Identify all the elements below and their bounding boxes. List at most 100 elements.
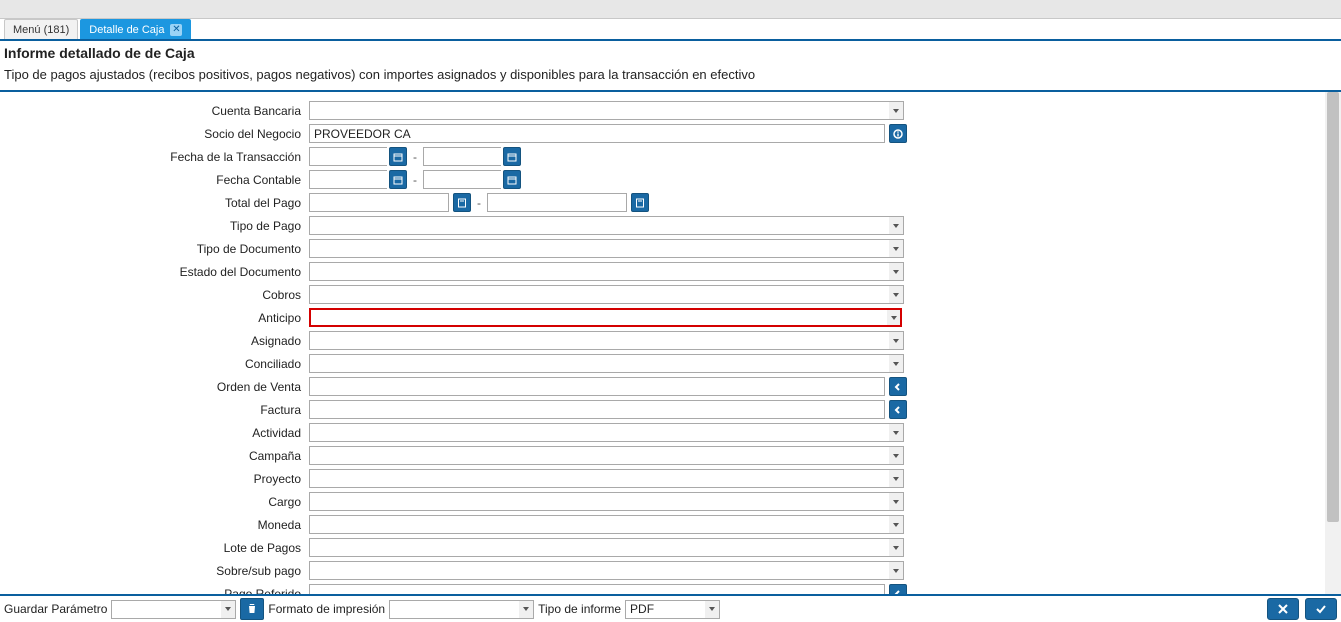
- label-conciliado: Conciliado: [1, 357, 309, 371]
- chevron-down-icon: [709, 607, 715, 611]
- moneda-field[interactable]: [309, 515, 889, 534]
- tabs-bar: Menú (181) Detalle de Caja ✕: [0, 19, 1341, 41]
- close-icon[interactable]: ✕: [170, 24, 182, 36]
- cancel-button[interactable]: [1267, 598, 1299, 620]
- actividad-dropdown[interactable]: [889, 423, 904, 442]
- cargo-field[interactable]: [309, 492, 889, 511]
- tipo-pago-dropdown[interactable]: [889, 216, 904, 235]
- cargo-dropdown[interactable]: [889, 492, 904, 511]
- label-sobre-sub-pago: Sobre/sub pago: [1, 564, 309, 578]
- chevron-down-icon: [893, 431, 899, 435]
- calendar-icon: [393, 152, 403, 162]
- label-campana: Campaña: [1, 449, 309, 463]
- fecha-transaccion-from-calendar[interactable]: [389, 147, 407, 166]
- lote-pagos-dropdown[interactable]: [889, 538, 904, 557]
- total-pago-from[interactable]: [309, 193, 449, 212]
- calendar-icon: [507, 152, 517, 162]
- estado-documento-field[interactable]: [309, 262, 889, 281]
- anticipo-dropdown[interactable]: [887, 308, 902, 327]
- chevron-down-icon: [891, 316, 897, 320]
- vertical-scrollbar[interactable]: [1325, 92, 1341, 596]
- confirm-button[interactable]: [1305, 598, 1337, 620]
- chevron-down-icon: [893, 247, 899, 251]
- chevron-down-icon: [893, 454, 899, 458]
- label-cobros: Cobros: [1, 288, 309, 302]
- tipo-documento-dropdown[interactable]: [889, 239, 904, 258]
- label-tipo-informe: Tipo de informe: [538, 602, 621, 616]
- cuenta-bancaria-field[interactable]: [309, 101, 889, 120]
- delete-button[interactable]: [240, 598, 264, 620]
- formato-impresion-field[interactable]: [389, 600, 519, 619]
- total-pago-to-calc[interactable]: [631, 193, 649, 212]
- moneda-dropdown[interactable]: [889, 515, 904, 534]
- label-fecha-contable: Fecha Contable: [1, 173, 309, 187]
- estado-documento-dropdown[interactable]: [889, 262, 904, 281]
- formato-impresion-dropdown[interactable]: [519, 600, 534, 619]
- calculator-icon: [635, 198, 645, 208]
- tipo-informe-dropdown[interactable]: [705, 600, 720, 619]
- sobre-sub-pago-field[interactable]: [309, 561, 889, 580]
- campana-field[interactable]: [309, 446, 889, 465]
- tipo-documento-field[interactable]: [309, 239, 889, 258]
- chevron-down-icon: [893, 339, 899, 343]
- actividad-field[interactable]: [309, 423, 889, 442]
- chevron-down-icon: [893, 109, 899, 113]
- chevron-down-icon: [893, 270, 899, 274]
- chevron-down-icon: [893, 293, 899, 297]
- chevron-down-icon: [893, 569, 899, 573]
- guardar-parametro-dropdown[interactable]: [221, 600, 236, 619]
- chevron-down-icon: [893, 477, 899, 481]
- proyecto-dropdown[interactable]: [889, 469, 904, 488]
- label-cuenta-bancaria: Cuenta Bancaria: [1, 104, 309, 118]
- sobre-sub-pago-dropdown[interactable]: [889, 561, 904, 580]
- conciliado-dropdown[interactable]: [889, 354, 904, 373]
- chevron-down-icon: [893, 523, 899, 527]
- fecha-transaccion-from[interactable]: [309, 147, 387, 166]
- scrollbar-thumb[interactable]: [1327, 92, 1339, 522]
- info-icon: [893, 129, 903, 139]
- range-separator: -: [473, 196, 485, 210]
- page-title: Informe detallado de de Caja: [4, 45, 1337, 61]
- guardar-parametro-field[interactable]: [111, 600, 221, 619]
- asignado-field[interactable]: [309, 331, 889, 350]
- asignado-dropdown[interactable]: [889, 331, 904, 350]
- arrow-left-icon: [893, 382, 903, 392]
- total-pago-to[interactable]: [487, 193, 627, 212]
- label-guardar-parametro: Guardar Parámetro: [4, 602, 107, 616]
- label-moneda: Moneda: [1, 518, 309, 532]
- cobros-field[interactable]: [309, 285, 889, 304]
- fecha-contable-to-calendar[interactable]: [503, 170, 521, 189]
- fecha-transaccion-to[interactable]: [423, 147, 501, 166]
- tab-detalle-caja[interactable]: Detalle de Caja ✕: [80, 19, 191, 39]
- range-separator: -: [409, 173, 421, 187]
- tab-menu[interactable]: Menú (181): [4, 19, 78, 39]
- fecha-contable-to[interactable]: [423, 170, 501, 189]
- tab-menu-label: Menú (181): [13, 24, 69, 36]
- total-pago-from-calc[interactable]: [453, 193, 471, 212]
- orden-venta-field[interactable]: [309, 377, 885, 396]
- fecha-contable-from-calendar[interactable]: [389, 170, 407, 189]
- label-total-pago: Total del Pago: [1, 196, 309, 210]
- cobros-dropdown[interactable]: [889, 285, 904, 304]
- lote-pagos-field[interactable]: [309, 538, 889, 557]
- label-asignado: Asignado: [1, 334, 309, 348]
- conciliado-field[interactable]: [309, 354, 889, 373]
- label-orden-venta: Orden de Venta: [1, 380, 309, 394]
- factura-lookup-button[interactable]: [889, 400, 907, 419]
- socio-negocio-lookup-button[interactable]: [889, 124, 907, 143]
- tipo-informe-field[interactable]: PDF: [625, 600, 705, 619]
- check-icon: [1314, 602, 1328, 616]
- proyecto-field[interactable]: [309, 469, 889, 488]
- label-anticipo: Anticipo: [1, 311, 309, 325]
- socio-negocio-field[interactable]: PROVEEDOR CA: [309, 124, 885, 143]
- campana-dropdown[interactable]: [889, 446, 904, 465]
- fecha-contable-from[interactable]: [309, 170, 387, 189]
- tipo-pago-field[interactable]: [309, 216, 889, 235]
- cuenta-bancaria-dropdown[interactable]: [889, 101, 904, 120]
- fecha-transaccion-to-calendar[interactable]: [503, 147, 521, 166]
- anticipo-field[interactable]: [309, 308, 887, 327]
- page-header: Informe detallado de de Caja Tipo de pag…: [0, 41, 1341, 84]
- label-estado-documento: Estado del Documento: [1, 265, 309, 279]
- factura-field[interactable]: [309, 400, 885, 419]
- orden-venta-lookup-button[interactable]: [889, 377, 907, 396]
